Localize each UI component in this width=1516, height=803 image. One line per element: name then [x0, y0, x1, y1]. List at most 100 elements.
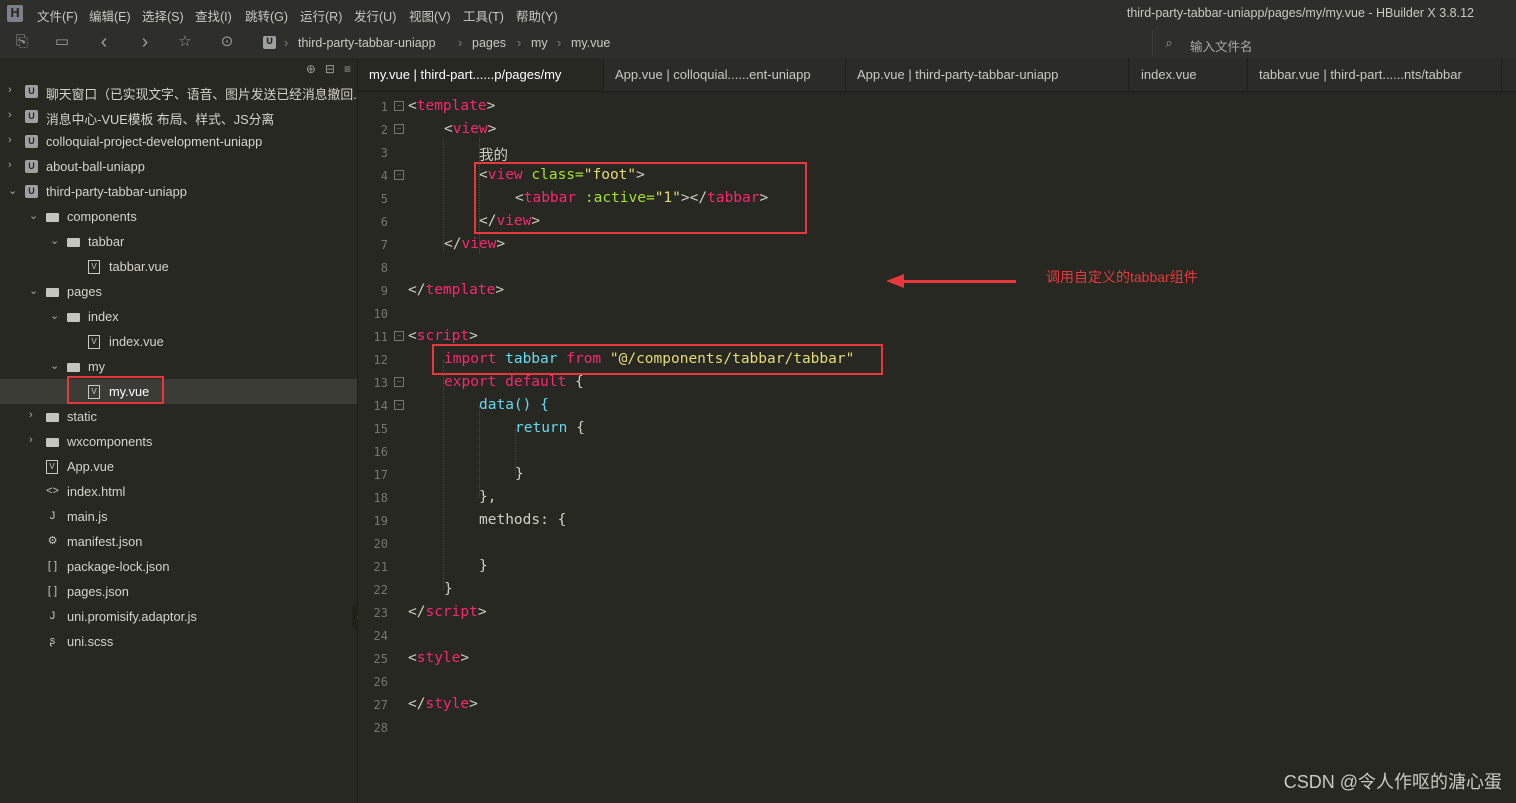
tree-item[interactable]: [ ] pages.json — [0, 579, 357, 604]
json-file-icon: [ ] — [47, 560, 58, 572]
tab-tabbar-vue[interactable]: tabbar.vue | third-part......nts/tabbar — [1248, 58, 1502, 91]
breadcrumb-pages[interactable]: pages — [472, 36, 506, 50]
menu-run[interactable]: 运行(R) — [300, 6, 342, 25]
save-icon[interactable]: ▭ — [54, 34, 70, 50]
json-file-icon: [ ] — [47, 585, 58, 597]
tree-item[interactable]: ⚙ manifest.json — [0, 529, 357, 554]
menu-view[interactable]: 视图(V) — [409, 6, 451, 25]
project-badge-icon: U — [263, 36, 276, 49]
menu-goto[interactable]: 跳转(G) — [245, 6, 288, 25]
tree-item[interactable]: ⌄ components — [0, 204, 357, 229]
chevron-down-icon[interactable]: ⌄ — [29, 209, 38, 222]
tree-item[interactable]: Vtabbar.vue — [0, 254, 357, 279]
u-project-icon: U — [25, 135, 38, 148]
chevron-right-icon[interactable]: › — [8, 159, 12, 171]
tree-item[interactable]: V App.vue — [0, 454, 357, 479]
sidebar-tools: ⊕ ⊟ ≡ — [297, 62, 351, 76]
chevron-right-icon[interactable]: › — [8, 109, 12, 121]
project-explorer: ⊕ ⊟ ≡ › U 聊天窗口（已实现文字、语音、图片发送已经消息撤回... › U 消息中心-… — [0, 58, 364, 803]
breadcrumb-file[interactable]: my.vue — [571, 36, 610, 50]
tree-item[interactable]: [ ] package-lock.json — [0, 554, 357, 579]
tree-item[interactable]: ⌄ my — [0, 354, 357, 379]
tree-item-label: third-party-tabbar-uniapp — [46, 184, 187, 199]
tab-app-vue-colloquial[interactable]: App.vue | colloquial......ent-uniapp — [604, 58, 846, 91]
menu-tools[interactable]: 工具(T) — [463, 6, 504, 25]
tree-item[interactable]: ⌄ tabbar — [0, 229, 357, 254]
tree-item-label: 消息中心-VUE模板 布局、样式、JS分离 — [46, 112, 275, 127]
editor-tabs: my.vue | third-part......p/pages/my App.… — [358, 58, 1516, 92]
tree-item-label: uni.promisify.adaptor.js — [67, 609, 197, 624]
tree-item-label: manifest.json — [67, 534, 143, 549]
tree-item-label: components — [67, 209, 137, 224]
chevron-down-icon[interactable]: ⌄ — [29, 284, 38, 297]
menu-file[interactable]: 文件(F) — [37, 6, 78, 25]
back-icon[interactable]: ‹ — [96, 32, 112, 52]
menu-bar: H 文件(F) 编辑(E) 选择(S) 查找(I) 跳转(G) 运行(R) 发行… — [0, 0, 1516, 28]
code-editor[interactable]: 1−2−3 4−5 6 7 8 9 10 11−12 13−14−15 16 17 18 19 20 21 2… — [358, 92, 1516, 803]
tree-item[interactable]: ʂ uni.scss — [0, 629, 357, 654]
chevron-down-icon[interactable]: ⌄ — [50, 309, 59, 322]
tree-item[interactable]: ⌄ pages — [0, 279, 357, 304]
chevron-right-icon[interactable]: › — [29, 434, 33, 446]
chevron-right-icon[interactable]: › — [29, 409, 33, 421]
tree-item[interactable]: › Ucolloquial-project-development-uniapp — [0, 129, 357, 154]
forward-icon[interactable]: › — [137, 32, 153, 52]
menu-publish[interactable]: 发行(U) — [354, 6, 396, 25]
chevron-right-icon[interactable]: › — [8, 84, 12, 96]
breadcrumb-project[interactable]: third-party-tabbar-uniapp — [298, 36, 436, 50]
menu-find[interactable]: 查找(I) — [195, 6, 232, 25]
menu-edit[interactable]: 编辑(E) — [89, 6, 131, 25]
run-icon[interactable]: ⊙ — [219, 34, 235, 50]
file-search-field[interactable]: ⌕ 输入文件名 — [1152, 30, 1516, 56]
tree-item[interactable]: › U 消息中心-VUE模板 布局、样式、JS分离 — [0, 104, 357, 129]
tree-item-label: index — [88, 309, 119, 324]
tree-item-label: about-ball-uniapp — [46, 159, 145, 174]
manifest-file-icon: ⚙ — [47, 535, 58, 547]
tree-item-label: tabbar — [88, 234, 125, 249]
breadcrumb-my[interactable]: my — [531, 36, 548, 50]
chevron-down-icon[interactable]: ⌄ — [50, 359, 59, 372]
tab-app-vue-third-party[interactable]: App.vue | third-party-tabbar-uniapp — [846, 58, 1129, 91]
tree-item-label: 聊天窗口（已实现文字、语音、图片发送已经消息撤回... — [46, 87, 364, 102]
tree-item[interactable]: › wxcomponents — [0, 429, 357, 454]
folder-icon — [46, 288, 59, 297]
locate-icon[interactable]: ⊕ — [306, 62, 316, 76]
collapse-all-icon[interactable]: ⊟ — [325, 62, 335, 76]
folder-icon — [67, 313, 80, 322]
tree-item-label: colloquial-project-development-uniapp — [46, 134, 263, 149]
folder-icon — [46, 438, 59, 447]
new-file-icon[interactable]: ⎘ — [14, 34, 30, 50]
scss-file-icon: ʂ — [49, 635, 56, 647]
tree-item[interactable]: Jmain.js — [0, 504, 357, 529]
tab-my-vue[interactable]: my.vue | third-part......p/pages/my — [358, 58, 604, 91]
file-search-placeholder: 输入文件名 — [1190, 40, 1253, 54]
tree-item[interactable]: ⌄ index — [0, 304, 357, 329]
tree-item[interactable]: › Uabout-ball-uniapp — [0, 154, 357, 179]
tree-item[interactable]: Vindex.vue — [0, 329, 357, 354]
tree-item[interactable]: Juni.promisify.adaptor.js — [0, 604, 357, 629]
tree-item[interactable]: ⌄ Uthird-party-tabbar-uniapp — [0, 179, 357, 204]
vue-file-icon: V — [88, 335, 100, 349]
tree-item[interactable]: <> index.html — [0, 479, 357, 504]
line-number: 16 — [373, 445, 388, 459]
menu-select[interactable]: 选择(S) — [142, 6, 184, 25]
tree-item[interactable]: Vmy.vue — [0, 379, 357, 404]
chevron-right-icon[interactable]: › — [8, 134, 12, 146]
tree-item[interactable]: › U 聊天窗口（已实现文字、语音、图片发送已经消息撤回... — [0, 79, 364, 104]
line-number: 26 — [373, 675, 388, 689]
u-project-icon: U — [25, 160, 38, 173]
js-file-icon: J — [49, 510, 56, 522]
tree-item[interactable]: › static — [0, 404, 357, 429]
tree-item-label: pages.json — [67, 584, 129, 599]
highlight-box-myvue — [67, 376, 164, 404]
menu-icon[interactable]: ≡ — [344, 62, 351, 76]
hbuilder-logo-icon: H — [7, 5, 23, 22]
star-icon[interactable]: ☆ — [177, 34, 193, 50]
chevron-down-icon[interactable]: ⌄ — [50, 234, 59, 247]
tree-item-label: static — [67, 409, 97, 424]
vue-file-icon: V — [46, 460, 58, 474]
tab-index-vue[interactable]: index.vue — [1129, 58, 1248, 91]
menu-help[interactable]: 帮助(Y) — [516, 6, 558, 25]
chevron-down-icon[interactable]: ⌄ — [8, 184, 17, 197]
tree-item-label: index.html — [67, 484, 126, 499]
